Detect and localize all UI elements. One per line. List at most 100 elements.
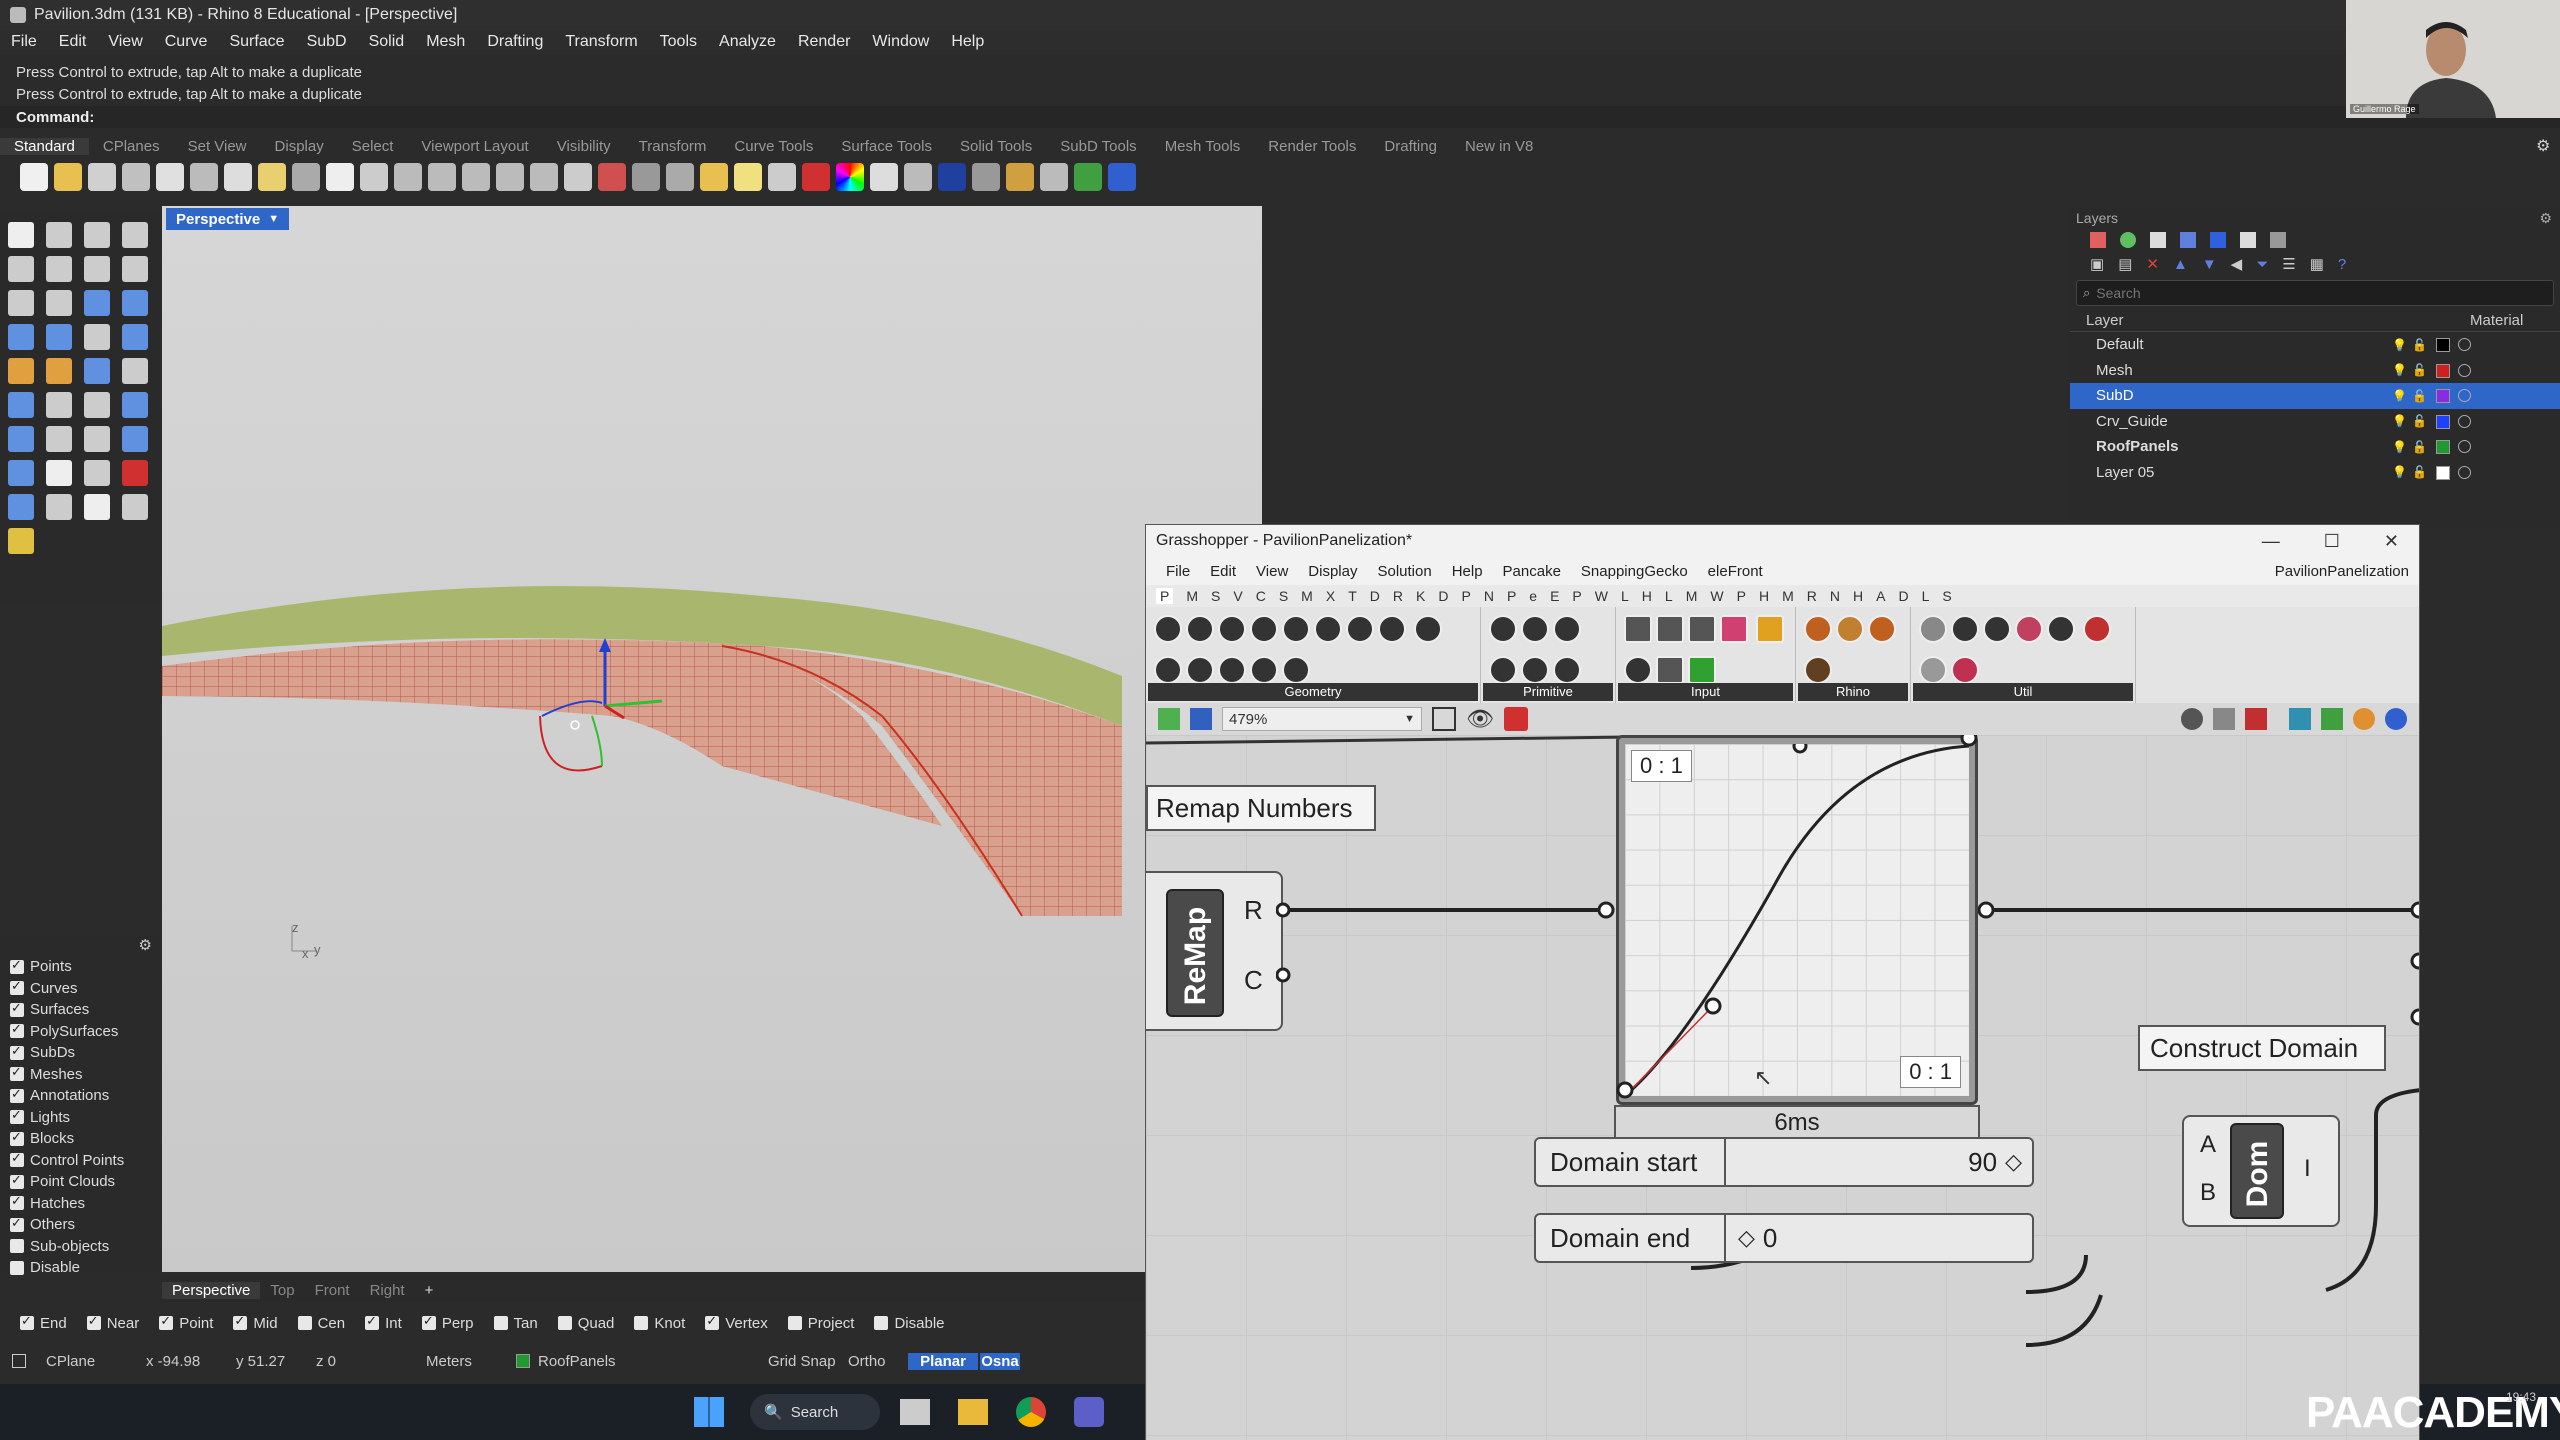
- layers-settings-gear-icon[interactable]: ⚙: [2539, 210, 2552, 227]
- gh-comp-icon[interactable]: [1346, 615, 1374, 643]
- list-view-icon[interactable]: ☰: [2282, 255, 2295, 273]
- status-cplane[interactable]: CPlane: [46, 1353, 146, 1370]
- viewport-tab-top[interactable]: Top: [260, 1282, 304, 1299]
- script-icon[interactable]: [1040, 163, 1068, 191]
- tab-drafting[interactable]: Drafting: [1370, 138, 1451, 155]
- gh-comp-icon[interactable]: [1553, 656, 1581, 684]
- gumball-rotate-y[interactable]: [591, 715, 603, 767]
- properties-icon[interactable]: [802, 163, 830, 191]
- gh-tab[interactable]: N: [1830, 588, 1840, 604]
- gh-tab[interactable]: P: [1572, 588, 1581, 604]
- osnap-checkbox[interactable]: [297, 1316, 312, 1330]
- add-viewport-tab-icon[interactable]: +: [415, 1282, 444, 1299]
- gh-menu-pancake[interactable]: Pancake: [1493, 563, 1571, 580]
- offscreen-input-grip[interactable]: [2410, 952, 2419, 970]
- gh-tab[interactable]: S: [1942, 588, 1951, 604]
- gh-tab[interactable]: C: [1256, 588, 1266, 604]
- layer-visibility-icon[interactable]: 💡: [2392, 363, 2407, 377]
- open-file-icon[interactable]: [54, 163, 82, 191]
- ellipse-icon[interactable]: [8, 290, 34, 316]
- layer-name[interactable]: RoofPanels: [2096, 438, 2179, 455]
- fillet-icon[interactable]: [46, 290, 72, 316]
- layer-row[interactable]: Mesh 💡 🔓: [2070, 358, 2560, 384]
- status-panel-toggle-icon[interactable]: [12, 1354, 26, 1368]
- move-layer-down-icon[interactable]: ▼: [2202, 256, 2217, 273]
- undo-view-icon[interactable]: [530, 163, 558, 191]
- gh-tab[interactable]: e: [1529, 588, 1537, 604]
- color-wheel-icon[interactable]: [836, 163, 864, 191]
- tab-display[interactable]: Display: [261, 138, 338, 155]
- filter-checkbox[interactable]: [10, 1064, 24, 1082]
- menu-window[interactable]: Window: [861, 33, 940, 51]
- delete-layer-icon[interactable]: ✕: [2146, 255, 2159, 273]
- gh-tab[interactable]: R: [1807, 588, 1817, 604]
- tab-transform[interactable]: Transform: [625, 138, 721, 155]
- menu-analyze[interactable]: Analyze: [708, 33, 787, 51]
- chrome-icon[interactable]: [1016, 1397, 1046, 1427]
- tab-render-tools[interactable]: Render Tools: [1254, 138, 1370, 155]
- gh-tab[interactable]: A: [1876, 588, 1885, 604]
- graph-start-grip[interactable]: [1616, 1081, 1634, 1099]
- gh-preview-eye-icon[interactable]: 👁: [1466, 706, 1494, 732]
- shaded-icon[interactable]: [870, 163, 898, 191]
- rendered-icon[interactable]: [904, 163, 932, 191]
- object-filter-row[interactable]: Disable: [0, 1257, 160, 1279]
- gh-comp-icon[interactable]: [1218, 615, 1246, 643]
- point-icon[interactable]: [666, 163, 694, 191]
- status-osnap[interactable]: Osna: [980, 1352, 1020, 1370]
- layer-color-swatch[interactable]: [2436, 338, 2450, 352]
- gh-open-icon[interactable]: [1158, 708, 1180, 730]
- osnap-checkbox[interactable]: [634, 1316, 649, 1330]
- arc-icon[interactable]: [46, 256, 72, 282]
- tab-visibility[interactable]: Visibility: [543, 138, 625, 155]
- layer-color-swatch[interactable]: [2436, 389, 2450, 403]
- layers-help-icon[interactable]: ?: [2338, 256, 2346, 273]
- menu-solid[interactable]: Solid: [358, 33, 416, 51]
- remap-component[interactable]: ReMap R C: [1146, 871, 1283, 1031]
- taskbar-search[interactable]: 🔍 Search: [750, 1394, 880, 1430]
- osnap-option[interactable]: Perp: [421, 1313, 474, 1332]
- gh-tab[interactable]: P: [1737, 588, 1746, 604]
- layer-name[interactable]: Mesh: [2096, 362, 2133, 379]
- object-filter-row[interactable]: Sub-objects: [0, 1236, 160, 1258]
- gh-tab[interactable]: E: [1550, 588, 1559, 604]
- layer-row[interactable]: Layer 05 💡 🔓: [2070, 460, 2560, 486]
- osnap-option[interactable]: Knot: [634, 1315, 685, 1332]
- osnap-option[interactable]: Near: [86, 1313, 139, 1332]
- gh-tab[interactable]: V: [1233, 588, 1242, 604]
- object-filter-row[interactable]: Surfaces: [0, 999, 160, 1021]
- object-filter-row[interactable]: Meshes: [0, 1064, 160, 1086]
- tab-curve-tools[interactable]: Curve Tools: [720, 138, 827, 155]
- trim-icon[interactable]: [84, 358, 110, 384]
- gh-comp-icon[interactable]: [1836, 615, 1864, 643]
- block-icon[interactable]: [8, 494, 34, 520]
- mirror-icon[interactable]: [8, 460, 34, 486]
- filter-checkbox[interactable]: [10, 1107, 24, 1125]
- fence-icon[interactable]: [46, 460, 72, 486]
- select-arrow-icon[interactable]: [8, 222, 34, 248]
- status-units[interactable]: Meters: [426, 1353, 516, 1370]
- remap-output-c[interactable]: C: [1244, 965, 1263, 996]
- gh-tab[interactable]: L: [1922, 588, 1930, 604]
- paste-icon[interactable]: [258, 163, 286, 191]
- boolean-icon[interactable]: [46, 358, 72, 384]
- perspective-viewport[interactable]: z x y: [162, 206, 1262, 1272]
- gh-zoom-extents-icon[interactable]: [1432, 707, 1456, 731]
- gh-sketch-icon[interactable]: [1503, 707, 1528, 731]
- split-icon[interactable]: [122, 358, 148, 384]
- polygon-icon[interactable]: [84, 256, 110, 282]
- layer-properties-icon[interactable]: [2150, 232, 2166, 248]
- filter-checkbox[interactable]: [10, 1193, 24, 1211]
- status-grid-snap[interactable]: Grid Snap: [768, 1353, 848, 1370]
- viewport-dropdown-icon[interactable]: ▼: [268, 213, 279, 225]
- gh-zoom-field[interactable]: 479% ▼: [1222, 707, 1422, 731]
- print-icon[interactable]: [122, 163, 150, 191]
- menu-curve[interactable]: Curve: [154, 33, 219, 51]
- gh-tab[interactable]: P: [1156, 588, 1174, 604]
- gh-preview-all-icon[interactable]: [2321, 708, 2343, 730]
- lock-icon[interactable]: [768, 163, 796, 191]
- pan-hand-icon[interactable]: [326, 163, 354, 191]
- graph-input-grip[interactable]: [1597, 901, 1615, 919]
- gh-comp-icon[interactable]: [1868, 615, 1896, 643]
- toolbar-settings-gear-icon[interactable]: ⚙: [2536, 136, 2552, 155]
